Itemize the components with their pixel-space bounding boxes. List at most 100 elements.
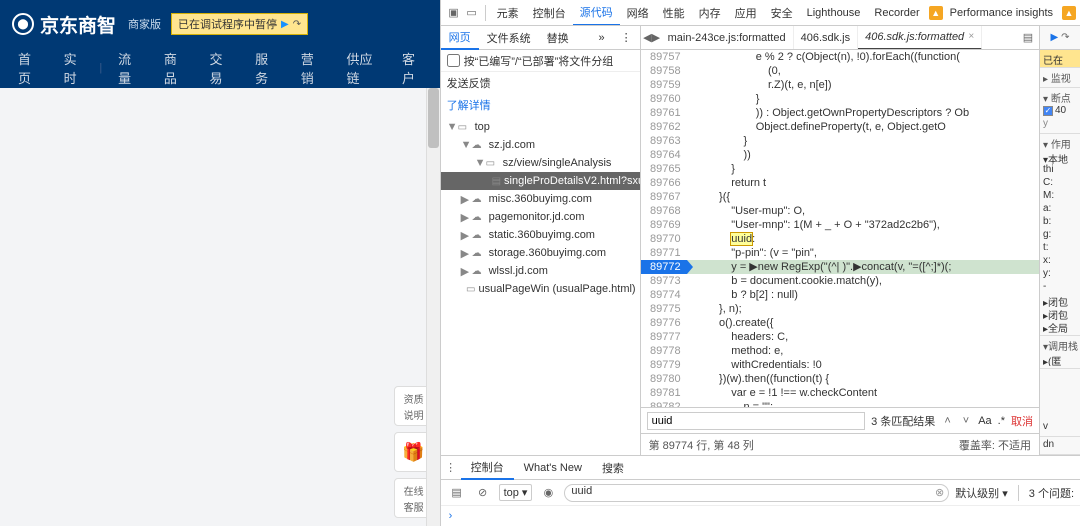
- code-line[interactable]: 89764 )): [641, 148, 1039, 162]
- file-more-icon[interactable]: ▤: [1019, 31, 1037, 44]
- drawer-menu-icon[interactable]: ⋮: [441, 461, 461, 474]
- code-line[interactable]: 89761 )) : Object.getOwnPropertyDescript…: [641, 106, 1039, 120]
- scope-local[interactable]: ▾本地: [1043, 151, 1077, 164]
- nav-marketing[interactable]: 营销: [291, 49, 331, 87]
- code-line[interactable]: 89765 }: [641, 162, 1039, 176]
- debugger-paused-badge[interactable]: 已在调试程序中暂停 ▶ ↷: [171, 13, 308, 35]
- logo[interactable]: ⬤ 京东商智: [12, 11, 116, 38]
- subtab-filesystem[interactable]: 文件系统: [479, 26, 539, 50]
- subtab-page[interactable]: 网页: [441, 26, 479, 50]
- find-prev-icon[interactable]: ˄: [941, 415, 953, 427]
- code-line[interactable]: 89774 b ? b[2] : null): [641, 288, 1039, 302]
- tree-item[interactable]: ▼☁sz.jd.com: [441, 136, 640, 154]
- code-line[interactable]: 89763 }: [641, 134, 1039, 148]
- console-clear-icon[interactable]: ⊘: [473, 486, 493, 499]
- scope-header[interactable]: ▾ 作用: [1043, 136, 1077, 151]
- tab-elements[interactable]: 元素: [490, 0, 526, 26]
- scope-var[interactable]: C:: [1043, 177, 1077, 190]
- console-filter[interactable]: uuid ⊗: [564, 484, 949, 502]
- close-icon[interactable]: ×: [968, 31, 974, 42]
- scope-closure2[interactable]: ▸闭包: [1043, 307, 1077, 320]
- code-area[interactable]: 89757 e % 2 ? c(Object(n), !0).forEach((…: [641, 50, 1039, 407]
- code-line[interactable]: 89770 uuid:: [641, 232, 1039, 246]
- code-line[interactable]: 89757 e % 2 ? c(Object(n), !0).forEach((…: [641, 50, 1039, 64]
- tree-item[interactable]: ▶☁pagemonitor.jd.com: [441, 208, 640, 226]
- resume-button-icon[interactable]: ▶: [1050, 32, 1058, 43]
- find-next-icon[interactable]: ˅: [960, 415, 972, 427]
- nav-product[interactable]: 商品: [154, 49, 194, 87]
- inspect-icon[interactable]: ▣: [445, 6, 463, 19]
- code-line[interactable]: 89776 o().create({: [641, 316, 1039, 330]
- log-level-selector[interactable]: 默认级别 ▾: [955, 485, 1008, 501]
- code-line[interactable]: 89775 }, n);: [641, 302, 1039, 316]
- nav-realtime[interactable]: 实时: [54, 49, 94, 87]
- scope-global[interactable]: ▸全局: [1043, 320, 1077, 333]
- drawer-tab-whatsnew[interactable]: What's New: [514, 456, 592, 480]
- file-tab-1[interactable]: 406.sdk.js: [794, 26, 859, 50]
- tree-item[interactable]: ▶☁storage.360buyimg.com: [441, 244, 640, 262]
- breakpoint-item[interactable]: ✓40: [1043, 105, 1077, 118]
- file-tree[interactable]: ▼▭top▼☁sz.jd.com▼▭sz/view/singleAnalysis…: [441, 116, 640, 455]
- tab-network[interactable]: 网络: [620, 0, 656, 26]
- tree-item[interactable]: ▶☁misc.360buyimg.com: [441, 190, 640, 208]
- breakpoints-header[interactable]: ▾ 断点: [1043, 90, 1077, 105]
- page-scrollbar[interactable]: [426, 88, 440, 526]
- console-prompt[interactable]: ›: [441, 506, 1080, 526]
- callstack-frame[interactable]: ▸(匿: [1043, 353, 1077, 366]
- tab-performance[interactable]: 性能: [656, 0, 692, 26]
- nav-trade[interactable]: 交易: [199, 49, 239, 87]
- issues-count[interactable]: 3 个问题:: [1029, 485, 1074, 501]
- scope-var[interactable]: a:: [1043, 203, 1077, 216]
- tree-item[interactable]: ▶☁static.360buyimg.com: [441, 226, 640, 244]
- tree-item[interactable]: ▤singleProDetailsV2.html?sxu: [441, 172, 640, 190]
- step-icon[interactable]: ↷: [293, 19, 301, 30]
- regex-toggle[interactable]: .*: [998, 415, 1005, 427]
- scope-var[interactable]: thi: [1043, 164, 1077, 177]
- tree-item[interactable]: ▭usualPageWin (usualPage.html): [441, 280, 640, 298]
- tree-item[interactable]: ▼▭top: [441, 118, 640, 136]
- code-line[interactable]: 89759 r.Z)(t, e, n[e]): [641, 78, 1039, 92]
- filter-clear-icon[interactable]: ⊗: [935, 486, 944, 499]
- device-icon[interactable]: ▭: [463, 6, 481, 19]
- code-line[interactable]: 89758 (0,: [641, 64, 1039, 78]
- scope-var[interactable]: M:: [1043, 190, 1077, 203]
- code-line[interactable]: 89767 }({: [641, 190, 1039, 204]
- tab-lighthouse[interactable]: Lighthouse: [800, 0, 868, 26]
- code-line[interactable]: 89782 , n = "";: [641, 400, 1039, 407]
- scope-var[interactable]: g:: [1043, 229, 1077, 242]
- tab-sources[interactable]: 源代码: [573, 0, 620, 26]
- tab-application[interactable]: 应用: [728, 0, 764, 26]
- code-line[interactable]: 89768 "User-mup": O,: [641, 204, 1039, 218]
- console-sidebar-icon[interactable]: ▤: [447, 486, 467, 499]
- scope-var[interactable]: t:: [1043, 242, 1077, 255]
- step-over-icon[interactable]: ↷: [1061, 32, 1069, 43]
- subtab-overrides[interactable]: 替换: [539, 26, 577, 50]
- resume-icon[interactable]: ▶: [281, 19, 289, 30]
- code-line[interactable]: 89779 withCredentials: !0: [641, 358, 1039, 372]
- match-case-toggle[interactable]: Aa: [978, 415, 991, 427]
- callstack-header[interactable]: ▾调用栈: [1043, 338, 1077, 353]
- scope-var[interactable]: b:: [1043, 216, 1077, 229]
- code-line[interactable]: 89780 })(w).then((function(t) {: [641, 372, 1039, 386]
- tab-recorder[interactable]: Recorder: [867, 0, 926, 26]
- file-tab-0[interactable]: main-243ce.js:formatted: [661, 26, 794, 50]
- drawer-tab-search[interactable]: 搜索: [592, 456, 634, 480]
- scope-var[interactable]: -: [1043, 281, 1077, 294]
- file-tab-2[interactable]: 406.sdk.js:formatted×: [858, 26, 982, 50]
- find-cancel[interactable]: 取消: [1011, 413, 1033, 429]
- context-selector[interactable]: top▾: [499, 484, 533, 501]
- nav-home[interactable]: 首页: [8, 49, 48, 87]
- scope-var[interactable]: x:: [1043, 255, 1077, 268]
- learn-more-link[interactable]: 了解详情: [447, 97, 491, 113]
- code-line[interactable]: 89760 }: [641, 92, 1039, 106]
- scope-closure[interactable]: ▸闭包: [1043, 294, 1077, 307]
- tab-memory[interactable]: 内存: [692, 0, 728, 26]
- subtab-menu-icon[interactable]: ⋮: [613, 26, 640, 50]
- code-line[interactable]: 89769 "User-mnp": 1(M + _ + O + "372ad2c…: [641, 218, 1039, 232]
- tab-security[interactable]: 安全: [764, 0, 800, 26]
- eye-icon[interactable]: ◉: [538, 486, 558, 499]
- code-line[interactable]: 89778 method: e,: [641, 344, 1039, 358]
- code-line[interactable]: 89762 Object.defineProperty(t, e, Object…: [641, 120, 1039, 134]
- file-tabs-nav-icon[interactable]: ◀▶: [643, 31, 661, 44]
- nav-service[interactable]: 服务: [245, 49, 285, 87]
